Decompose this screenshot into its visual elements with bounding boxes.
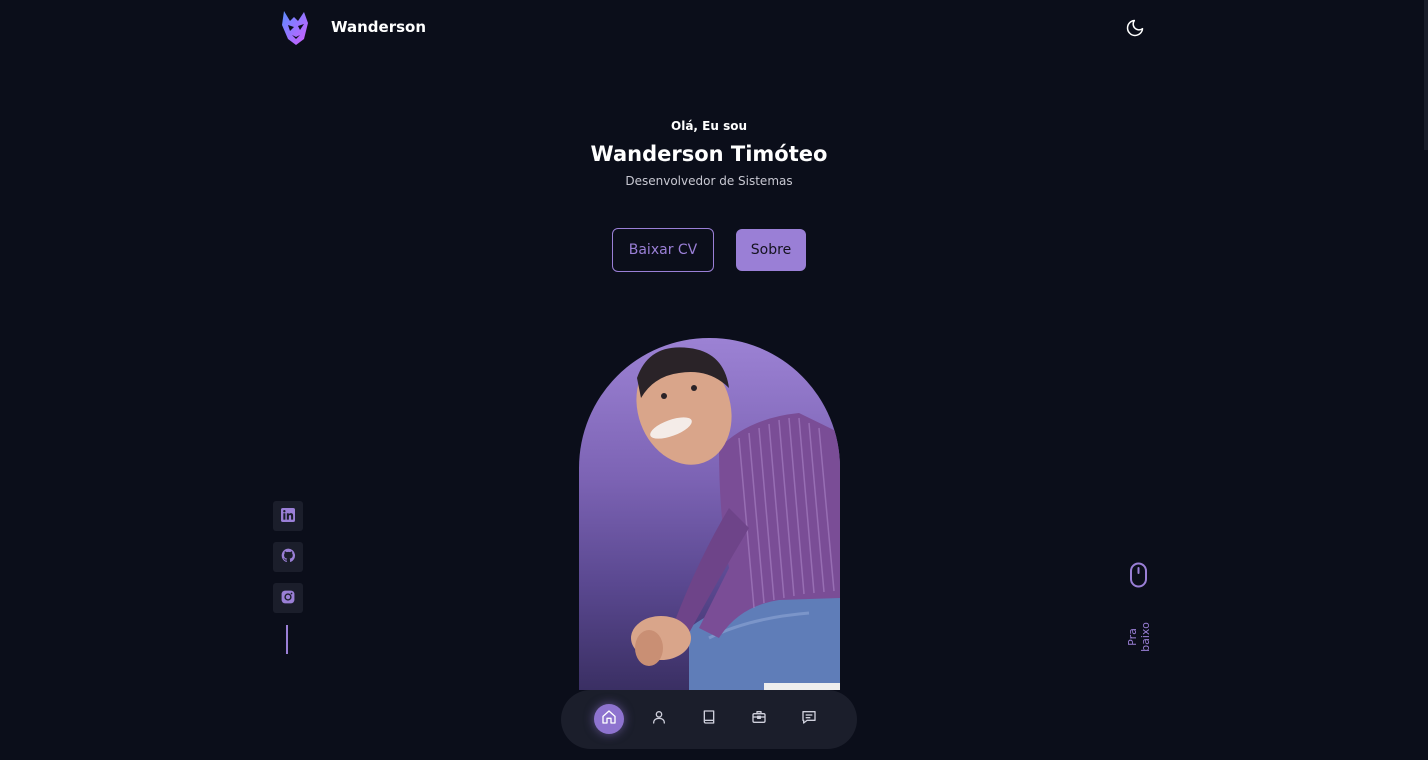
wolf-logo-icon[interactable] [278,9,314,47]
brand-name[interactable]: Wanderson [331,18,426,36]
scrollbar-track[interactable] [1424,0,1428,760]
github-link[interactable] [273,542,303,572]
greeting-text: Olá, Eu sou [671,119,747,133]
moon-icon[interactable] [1125,18,1145,38]
nav-home[interactable] [594,704,624,734]
hero-role: Desenvolvedor de Sistemas [625,174,793,188]
github-icon [281,548,296,567]
social-divider [286,625,288,654]
nav-contact[interactable] [794,704,824,734]
message-icon [801,709,817,729]
user-icon [651,709,667,729]
linkedin-link[interactable] [273,501,303,531]
portfolio-page: Wanderson Olá, Eu sou Wanderson Timóteo … [0,0,1428,760]
header: Wanderson [0,0,1428,56]
nav-services[interactable] [744,704,774,734]
profile-photo [579,338,840,690]
nav-about[interactable] [644,704,674,734]
hero-name: Wanderson Timóteo [590,142,828,166]
instagram-icon [281,589,295,608]
about-button[interactable]: Sobre [736,229,806,271]
bottom-nav [561,690,857,749]
nav-skills[interactable] [694,704,724,734]
scroll-down-label[interactable]: Pra baixo [1126,614,1152,660]
book-icon [701,709,717,729]
mouse-icon[interactable] [1129,562,1148,588]
linkedin-icon [281,507,295,526]
instagram-link[interactable] [273,583,303,613]
download-cv-button[interactable]: Baixar CV [612,228,714,272]
home-icon [601,709,617,729]
scrollbar-thumb[interactable] [1424,0,1428,150]
briefcase-icon [751,709,767,729]
